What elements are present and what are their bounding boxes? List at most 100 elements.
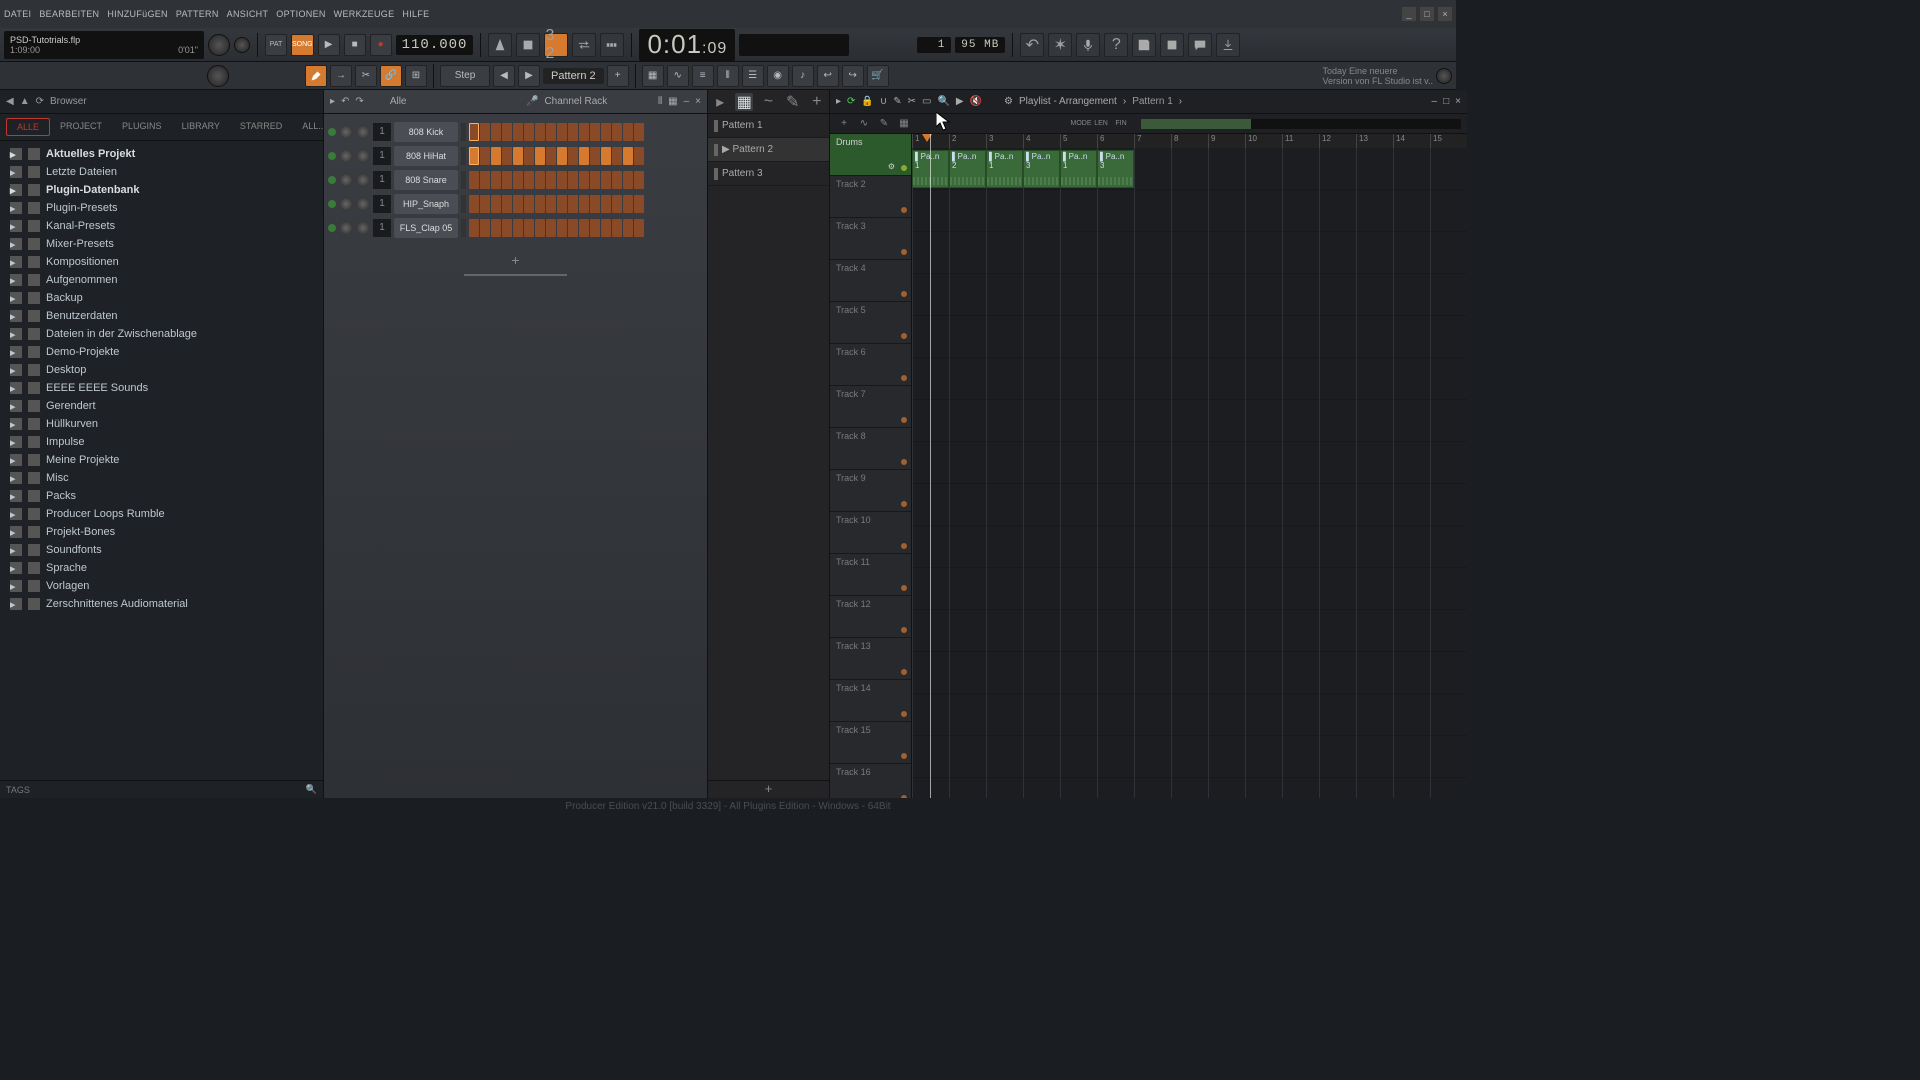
channel-led[interactable] <box>328 176 336 184</box>
tree-item[interactable]: ▸Backup <box>0 289 323 307</box>
playlist-tool-cut-icon[interactable]: ✂ <box>908 96 916 107</box>
track-mute-dot[interactable] <box>901 753 907 759</box>
step-cell[interactable] <box>524 171 534 189</box>
channel-mixer-num[interactable]: 1 <box>373 147 391 165</box>
track-mute-dot[interactable] <box>901 543 907 549</box>
track-mute-dot[interactable] <box>901 417 907 423</box>
channel-select[interactable] <box>461 195 466 213</box>
link-tool-button[interactable]: 🔗 <box>380 65 402 87</box>
channel-mixer-num[interactable]: 1 <box>373 123 391 141</box>
step-cell[interactable] <box>579 123 589 141</box>
track-mute-dot[interactable] <box>901 291 907 297</box>
grid-row[interactable] <box>912 568 1467 610</box>
step-cell[interactable] <box>601 147 611 165</box>
tree-item[interactable]: ▸Misc <box>0 469 323 487</box>
step-cell[interactable] <box>546 195 556 213</box>
step-cell[interactable] <box>634 171 644 189</box>
ruler-tick[interactable]: 14 <box>1393 134 1430 148</box>
tree-item[interactable]: ▸Gerendert <box>0 397 323 415</box>
rack-close-icon[interactable]: × <box>695 96 701 107</box>
rack-redo-icon[interactable]: ↷ <box>355 96 363 107</box>
track-mute-dot[interactable] <box>901 459 907 465</box>
ruler-tick[interactable]: 10 <box>1245 134 1282 148</box>
step-cell[interactable] <box>590 171 600 189</box>
browser-tab-alle[interactable]: ALLE <box>6 118 50 136</box>
grid-row[interactable] <box>912 442 1467 484</box>
tree-item[interactable]: ▸Aktuelles Projekt <box>0 145 323 163</box>
track-mute-dot[interactable] <box>901 249 907 255</box>
step-cell[interactable] <box>546 123 556 141</box>
add-channel-button[interactable]: + <box>324 246 707 274</box>
view-plugin-button[interactable]: ◉ <box>767 65 789 87</box>
step-cell[interactable] <box>612 195 622 213</box>
pattern-row[interactable]: Pattern 1 <box>708 114 829 138</box>
step-next-button[interactable]: ▶ <box>518 65 540 87</box>
paint-tool-button[interactable]: → <box>330 65 352 87</box>
step-cell[interactable] <box>491 195 501 213</box>
browser-tree[interactable]: ▸Aktuelles Projekt▸Letzte Dateien▸Plugin… <box>0 141 323 780</box>
playlist-grid[interactable]: 123456789101112131415 ▌Pa..n 1▌Pa..n 2▌P… <box>912 134 1467 798</box>
grid-row[interactable] <box>912 694 1467 736</box>
channel-led[interactable] <box>328 224 336 232</box>
menu-pattern[interactable]: PATTERN <box>176 9 219 19</box>
browser-tab-plugins[interactable]: PLUGINS <box>112 118 172 136</box>
render-icon[interactable] <box>1160 33 1184 57</box>
picker-add-icon[interactable]: + <box>808 93 826 111</box>
step-cell[interactable] <box>568 195 578 213</box>
tree-item[interactable]: ▸Kanal-Presets <box>0 217 323 235</box>
step-cell[interactable] <box>557 123 567 141</box>
track-header[interactable]: Drums⚙ <box>830 134 911 176</box>
step-mode-label[interactable]: Step <box>440 65 490 87</box>
step-cell[interactable] <box>535 195 545 213</box>
step-cell[interactable] <box>535 171 545 189</box>
view-piano-button[interactable]: ∿ <box>667 65 689 87</box>
track-fx-icon[interactable]: ⚙ <box>888 162 895 171</box>
channel-vol-knob[interactable] <box>356 149 370 163</box>
channel-name-button[interactable]: 808 Kick <box>394 122 458 142</box>
ruler-tick[interactable]: 6 <box>1097 134 1134 148</box>
track-mute-dot[interactable] <box>901 711 907 717</box>
track-header[interactable]: Track 15 <box>830 722 911 764</box>
grid-row[interactable] <box>912 232 1467 274</box>
pat-mode-button[interactable]: PAT <box>265 34 287 56</box>
track-header[interactable]: Track 10 <box>830 512 911 554</box>
tree-item[interactable]: ▸Impulse <box>0 433 323 451</box>
playlist-menu-icon[interactable]: ▸ <box>836 96 841 107</box>
view-channel-button[interactable]: ≡ <box>692 65 714 87</box>
step-cell[interactable] <box>601 219 611 237</box>
tree-item[interactable]: ▸Hüllkurven <box>0 415 323 433</box>
track-header[interactable]: Track 4 <box>830 260 911 302</box>
channel-pan-knob[interactable] <box>339 221 353 235</box>
ruler-tick[interactable]: 9 <box>1208 134 1245 148</box>
channel-name-button[interactable]: 808 HiHat <box>394 146 458 166</box>
channel-led[interactable] <box>328 200 336 208</box>
song-position-display[interactable]: 0:01:09 <box>639 29 735 61</box>
tree-item[interactable]: ▸Packs <box>0 487 323 505</box>
maximize-button[interactable]: □ <box>1420 7 1434 21</box>
tree-item[interactable]: ▸Plugin-Datenbank <box>0 181 323 199</box>
step-cell[interactable] <box>502 147 512 165</box>
step-cell[interactable] <box>480 219 490 237</box>
step-cell[interactable] <box>502 219 512 237</box>
channel-pan-knob[interactable] <box>339 149 353 163</box>
grid-row[interactable] <box>912 400 1467 442</box>
track-header[interactable]: Track 7 <box>830 386 911 428</box>
channel-select[interactable] <box>461 147 466 165</box>
pl-add-icon[interactable]: + <box>836 116 852 132</box>
picker-menu-icon[interactable]: ▸ <box>711 93 729 111</box>
step-cell[interactable] <box>634 219 644 237</box>
step-cell[interactable] <box>513 195 523 213</box>
channel-mixer-num[interactable]: 1 <box>373 219 391 237</box>
tree-item[interactable]: ▸Producer Loops Rumble <box>0 505 323 523</box>
grid-row[interactable] <box>912 484 1467 526</box>
undo-icon[interactable]: ↶ <box>1020 33 1044 57</box>
tempo-display[interactable]: 110.000 <box>396 35 474 55</box>
step-cell[interactable] <box>612 147 622 165</box>
rack-min-icon[interactable]: – <box>684 96 690 107</box>
step-icon[interactable] <box>600 33 624 57</box>
step-cell[interactable] <box>480 147 490 165</box>
menu-werkzeuge[interactable]: WERKZEUGE <box>334 9 395 19</box>
channel-mixer-num[interactable]: 1 <box>373 171 391 189</box>
picker-audio-icon[interactable]: ~ <box>759 93 777 111</box>
rack-rec-icon[interactable]: 🎤 <box>526 96 538 107</box>
